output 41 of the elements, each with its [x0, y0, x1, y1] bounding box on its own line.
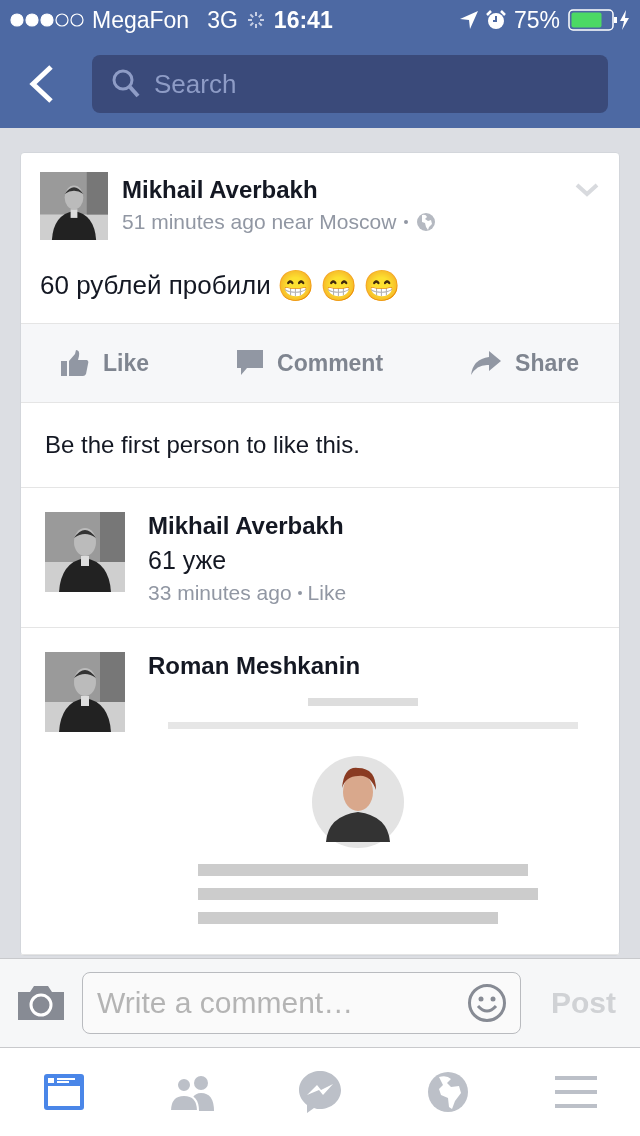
battery-percentage: 75% [513, 6, 560, 34]
activity-spinner-icon [245, 10, 266, 30]
author-name[interactable]: Mikhail Averbakh [122, 176, 437, 204]
back-chevron-icon[interactable] [28, 65, 54, 103]
grinning-emoji: 😁 [362, 270, 400, 301]
messenger-icon [298, 1070, 342, 1114]
comment-button[interactable]: Comment [237, 349, 384, 377]
grinning-emoji: 😁 [319, 270, 357, 301]
comment-time: 33 minutes ago [148, 581, 292, 605]
news-feed-icon [42, 1072, 86, 1112]
smiley-icon[interactable] [467, 983, 507, 1023]
thumbs-up-icon [61, 350, 89, 376]
share-arrow-icon [471, 351, 502, 375]
speech-bubble-icon [237, 350, 263, 376]
like-link[interactable]: Like [307, 581, 347, 605]
location-arrow-icon [459, 11, 478, 29]
battery-icon [568, 9, 630, 31]
globe-icon [427, 1071, 469, 1113]
post-meta: 51 minutes ago near Moscow [122, 210, 397, 234]
commenter-name[interactable]: Roman Meshkanin [148, 652, 598, 680]
signal-icon [10, 13, 84, 27]
alarm-clock-icon [485, 10, 506, 30]
post-text: 60 рублей пробили [40, 270, 271, 301]
comment-field[interactable]: Write a comment… [82, 972, 521, 1034]
globe-icon [416, 212, 437, 232]
menu-icon [555, 1075, 597, 1109]
friends-icon [168, 1073, 216, 1111]
chevron-down-icon[interactable] [575, 183, 599, 197]
dot-separator-icon [404, 220, 409, 224]
carrier-name: MegaFon [92, 6, 190, 34]
search-field[interactable]: Search [92, 55, 608, 113]
likes-summary: Be the first person to like this. [21, 403, 619, 488]
comment-text: 61 уже [148, 546, 228, 575]
share-button[interactable]: Share [471, 349, 579, 377]
commenter-name[interactable]: Mikhail Averbakh [148, 512, 595, 540]
camera-icon[interactable] [16, 984, 66, 1022]
dot-separator-icon [297, 591, 302, 595]
grinning-emoji: 😁 [276, 270, 314, 301]
clock-time: 16:41 [273, 6, 333, 34]
like-button[interactable]: Like [61, 349, 150, 377]
network-type: 3G [207, 6, 238, 34]
